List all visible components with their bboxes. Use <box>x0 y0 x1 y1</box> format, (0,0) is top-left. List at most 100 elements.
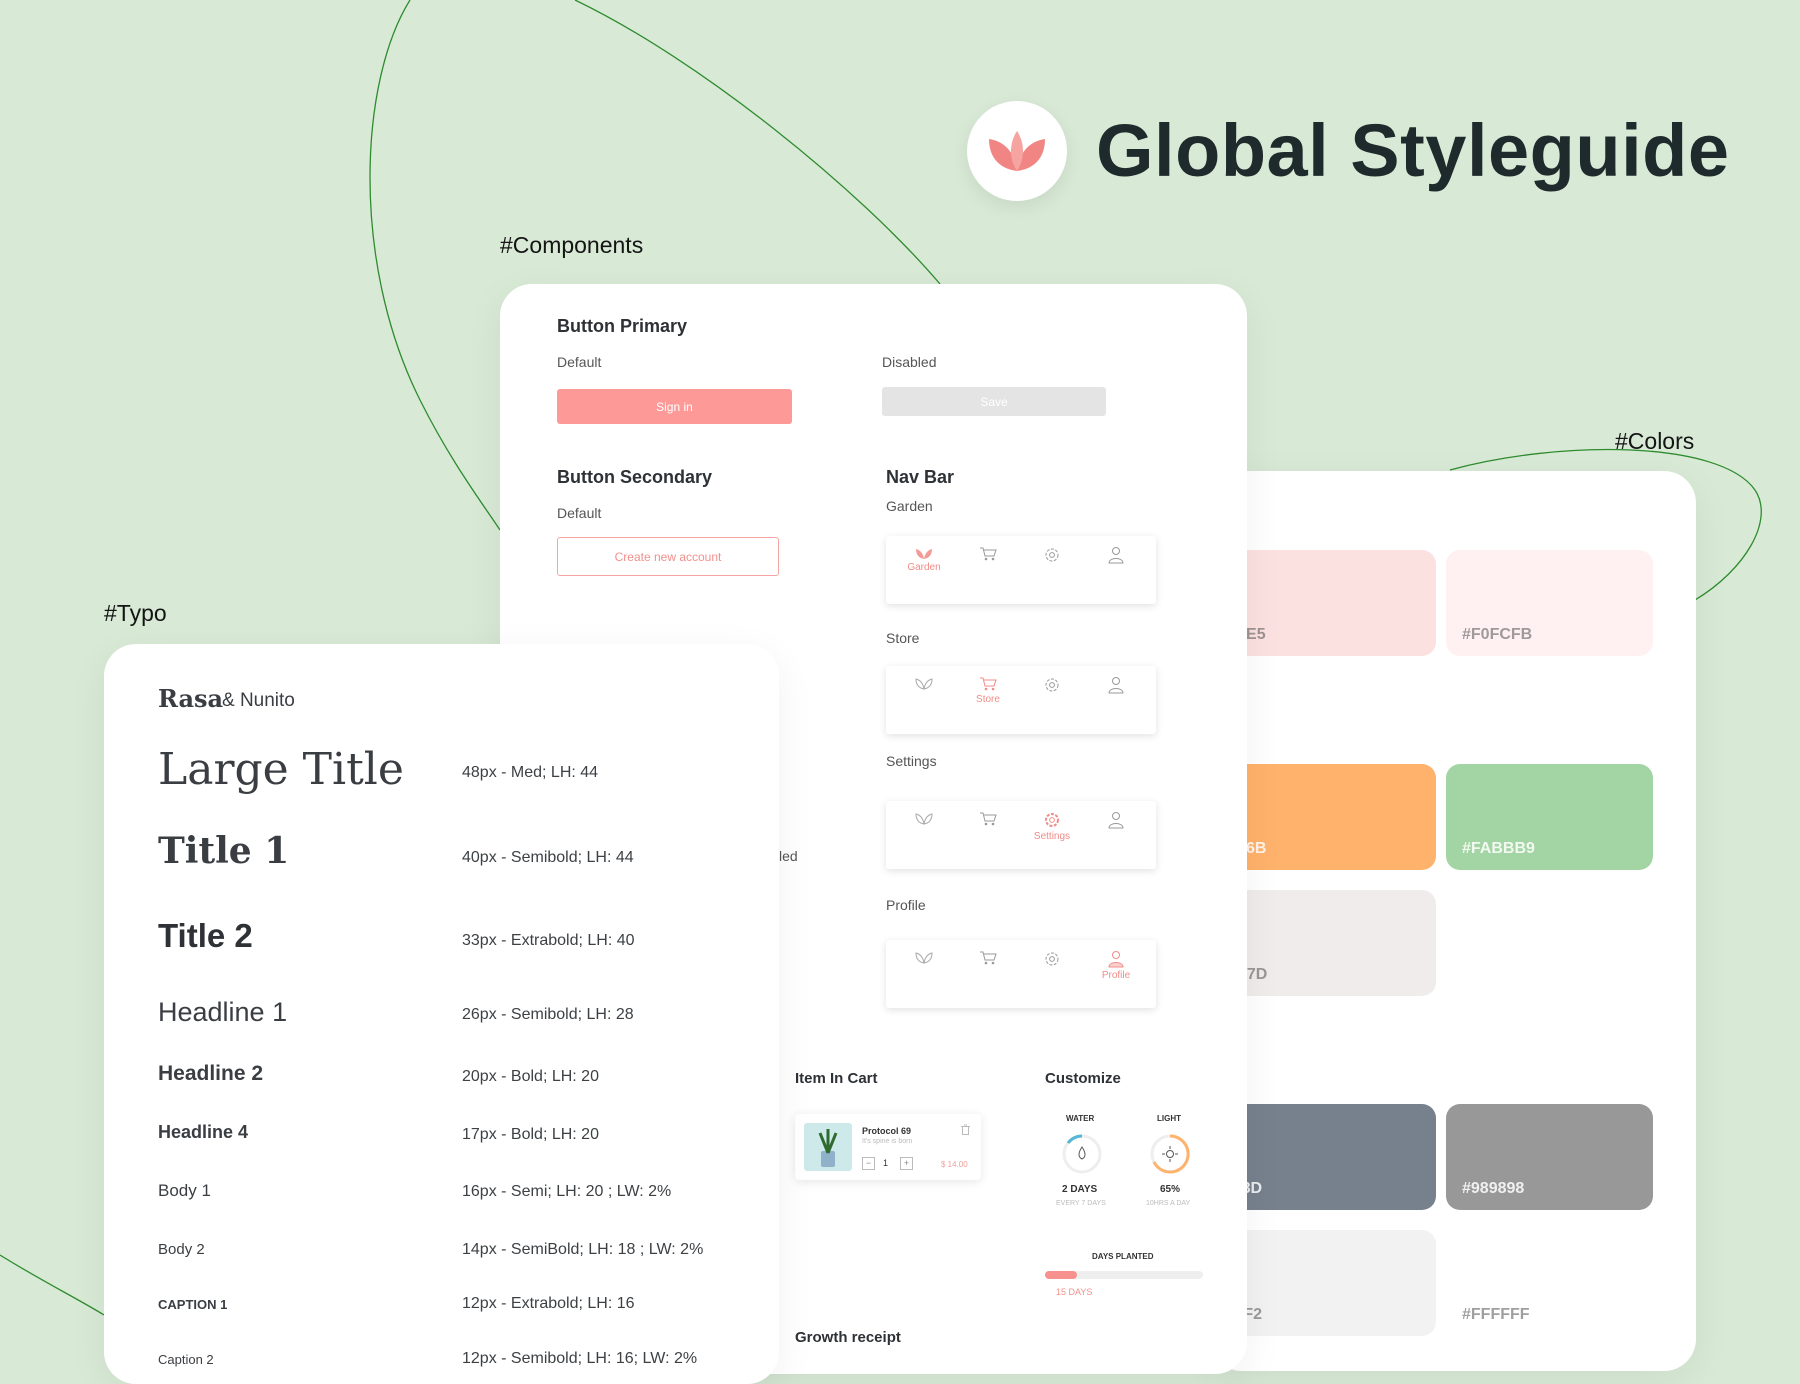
leaf-icon <box>915 678 933 690</box>
days-planted-value: 15 DAYS <box>1056 1287 1093 1297</box>
light-value: 65% <box>1160 1184 1181 1195</box>
section-label-components: #Components <box>500 232 644 258</box>
nav-item-profile[interactable] <box>1086 811 1146 829</box>
quantity-increment-button[interactable]: + <box>900 1157 913 1170</box>
type-spec: 48px - Med; LH: 44 <box>462 764 599 781</box>
gear-icon <box>1045 678 1059 692</box>
user-icon <box>1108 812 1124 829</box>
type-spec: 12px - Semibold; LH: 16; LW: 2% <box>462 1350 698 1367</box>
nav-bar-store: Store <box>886 666 1156 734</box>
nav-item-settings[interactable] <box>1022 676 1082 694</box>
light-gauge[interactable] <box>1148 1132 1192 1176</box>
trash-icon[interactable] <box>961 1124 970 1135</box>
gear-icon <box>1045 952 1059 966</box>
cart-item-price: $ 14.00 <box>941 1160 968 1169</box>
leaf-icon <box>989 131 1045 171</box>
water-sub: EVERY 7 DAYS <box>1056 1200 1106 1207</box>
item-in-cart-heading: Item In Cart <box>795 1070 878 1087</box>
nav-item-store[interactable]: Store <box>958 676 1018 705</box>
water-value: 2 DAYS <box>1062 1184 1098 1195</box>
light-label: LIGHT <box>1157 1114 1181 1123</box>
nav-active-label: Store <box>976 694 1000 705</box>
cart-icon <box>980 677 997 691</box>
colors-card: A0E8E5 #F0FCFB FFB26B #FABBB9 FE7D7D 778… <box>1210 471 1696 1371</box>
default-label: Default <box>557 505 602 521</box>
light-sub: 10HRS A DAY <box>1146 1200 1191 1207</box>
nav-item-settings[interactable] <box>1022 950 1082 968</box>
gear-icon <box>1045 813 1059 827</box>
type-spec: 40px - Semibold; LH: 44 <box>462 849 634 866</box>
nav-item-garden[interactable]: Garden <box>894 546 954 573</box>
sun-icon <box>1166 1150 1174 1158</box>
user-icon <box>1108 547 1124 564</box>
cart-item-quantity: 1 <box>883 1158 889 1168</box>
nav-bar-settings: Settings <box>886 801 1156 869</box>
section-label-colors: #Colors <box>1615 428 1695 454</box>
color-swatch: #F0FCFB <box>1446 550 1653 656</box>
type-spec: 26px - Semibold; LH: 28 <box>462 1006 634 1023</box>
water-gauge[interactable] <box>1060 1132 1104 1176</box>
nav-bar-profile: Profile <box>886 940 1156 1008</box>
cart-icon <box>980 547 997 561</box>
cart-item-card: Protocol 69 It's spine is born − 1 + $ 1… <box>795 1114 981 1180</box>
user-icon <box>1108 951 1124 968</box>
growth-receipt-heading: Growth receipt <box>795 1329 901 1346</box>
type-spec: 12px - Extrabold; LH: 16 <box>462 1295 635 1312</box>
nav-active-label: Settings <box>1033 831 1071 842</box>
type-sample-title-2: Title 2 <box>158 917 253 954</box>
type-sample-body-1: Body 1 <box>158 1181 211 1200</box>
nav-state-label: Profile <box>886 897 926 913</box>
type-spec: 16px - Semi; LH: 20 ; LW: 2% <box>462 1183 672 1200</box>
plant-image <box>804 1123 852 1171</box>
type-sample-large-title: Large Title <box>158 744 404 795</box>
gear-icon <box>1045 548 1059 562</box>
type-sample-caption-1: CAPTION 1 <box>158 1297 228 1312</box>
nav-item-garden[interactable] <box>894 950 954 964</box>
type-spec: 17px - Bold; LH: 20 <box>462 1126 599 1143</box>
nav-item-garden[interactable] <box>894 811 954 825</box>
customize-heading: Customize <box>1045 1070 1121 1087</box>
cart-icon <box>980 812 997 826</box>
nav-item-profile[interactable] <box>1086 546 1146 564</box>
font-secondary: & Nunito <box>222 690 295 711</box>
type-sample-headline-2: Headline 2 <box>158 1062 264 1085</box>
nav-item-settings[interactable]: Settings <box>1022 811 1082 842</box>
nav-state-label: Settings <box>886 753 937 769</box>
section-label-typo: #Typo <box>104 600 167 626</box>
leaf-icon <box>916 549 932 559</box>
sign-in-button[interactable]: Sign in <box>557 389 792 424</box>
font-primary: Rasa <box>158 684 224 713</box>
days-planted-label: DAYS PLANTED <box>1092 1252 1154 1261</box>
nav-bar-heading: Nav Bar <box>886 467 955 487</box>
color-swatch: #FFFFFF <box>1446 1230 1653 1336</box>
type-spec: 14px - SemiBold; LH: 18 ; LW: 2% <box>462 1241 704 1258</box>
days-planted-progress <box>1045 1271 1203 1279</box>
nav-state-label: Store <box>886 630 920 646</box>
type-sample-headline-4: Headline 4 <box>158 1122 249 1142</box>
nav-item-store[interactable] <box>958 950 1018 966</box>
type-sample-headline-1: Headline 1 <box>158 997 288 1027</box>
nav-active-label: Garden <box>907 562 941 573</box>
nav-item-profile[interactable] <box>1086 676 1146 694</box>
nav-item-profile[interactable]: Profile <box>1086 950 1146 981</box>
water-label: WATER <box>1066 1114 1095 1123</box>
days-planted-progress-fill <box>1045 1271 1077 1279</box>
leaf-icon <box>915 813 933 825</box>
color-swatch: #FABBB9 <box>1446 764 1653 870</box>
disabled-label: Disabled <box>882 354 937 370</box>
quantity-decrement-button[interactable]: − <box>862 1157 875 1170</box>
create-account-button[interactable]: Create new account <box>557 537 779 576</box>
save-button-disabled[interactable]: Save <box>882 387 1106 416</box>
nav-item-settings[interactable] <box>1022 546 1082 564</box>
partial-disabled-label: led <box>779 848 798 864</box>
leaf-icon <box>915 952 933 964</box>
plant-icon <box>818 1129 838 1167</box>
button-secondary-heading: Button Secondary <box>557 467 713 487</box>
nav-item-store[interactable] <box>958 546 1018 562</box>
cart-item-name: Protocol 69 <box>862 1126 912 1136</box>
nav-item-store[interactable] <box>958 811 1018 827</box>
type-spec: 33px - Extrabold; LH: 40 <box>462 932 635 949</box>
color-swatch: #989898 <box>1446 1104 1653 1210</box>
nav-item-garden[interactable] <box>894 676 954 690</box>
user-icon <box>1108 677 1124 694</box>
